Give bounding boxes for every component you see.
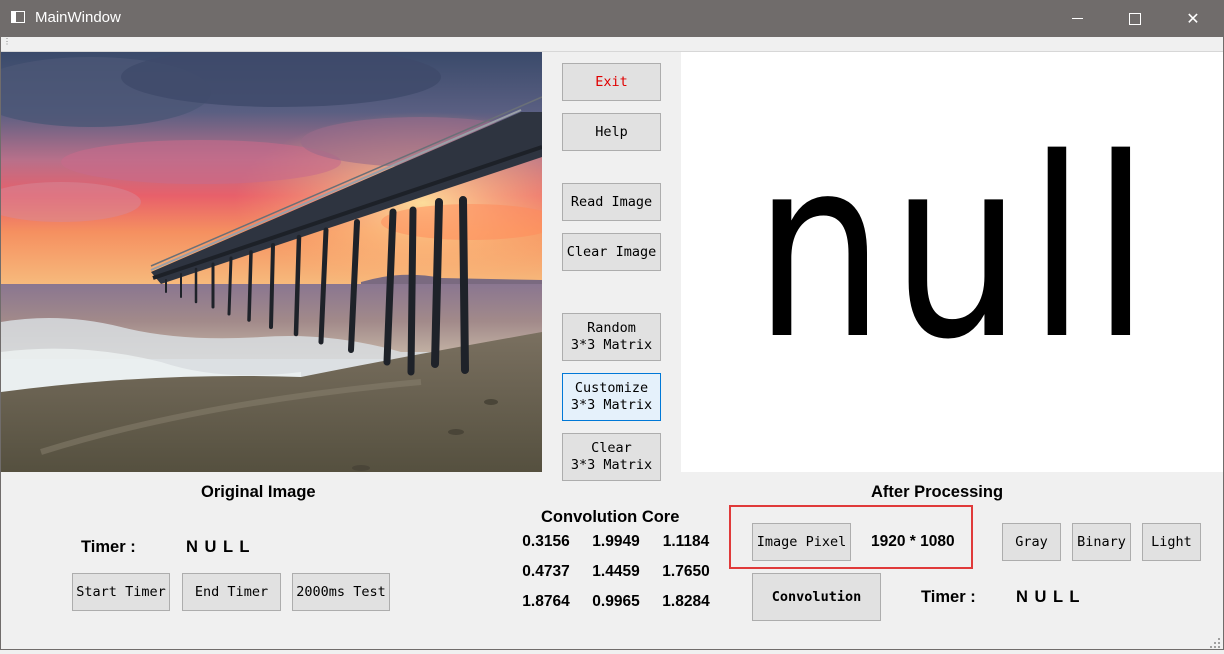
processed-image-text: null: [754, 106, 1156, 394]
button-label: 3*3 Matrix: [570, 397, 653, 413]
gray-button[interactable]: Gray: [1002, 523, 1061, 561]
matrix-cell: 0.4737: [522, 563, 570, 580]
matrix-cell: 1.8284: [662, 593, 710, 610]
close-icon: ✕: [1186, 10, 1200, 28]
maximize-button[interactable]: [1106, 0, 1164, 37]
random-matrix-button[interactable]: Random 3*3 Matrix: [562, 313, 661, 361]
button-label: Clear: [591, 440, 632, 456]
binary-button[interactable]: Binary: [1072, 523, 1131, 561]
help-button[interactable]: Help: [562, 113, 661, 151]
minimize-icon: [1071, 18, 1083, 19]
light-button[interactable]: Light: [1142, 523, 1201, 561]
window-icon: [11, 11, 25, 23]
close-button[interactable]: ✕: [1164, 0, 1222, 37]
resize-grip-icon[interactable]: [1210, 636, 1221, 648]
timer-label: Timer :: [921, 588, 976, 606]
matrix-cell: 0.9965: [592, 593, 640, 610]
clear-image-button[interactable]: Clear Image: [562, 233, 661, 271]
button-label: Random: [587, 320, 636, 336]
convolution-core-title: Convolution Core: [541, 508, 680, 526]
read-image-button[interactable]: Read Image: [562, 183, 661, 221]
button-label: 3*3 Matrix: [570, 337, 653, 353]
toolbar-grip-icon[interactable]: ⋮: [3, 38, 11, 46]
matrix-cell: 0.3156: [522, 533, 570, 550]
matrix-cell: 1.1184: [662, 533, 710, 550]
title-bar[interactable]: [0, 0, 1224, 37]
timer-label: Timer :: [81, 538, 136, 556]
clear-matrix-button[interactable]: Clear 3*3 Matrix: [562, 433, 661, 481]
minimize-button[interactable]: [1048, 0, 1106, 37]
button-label: 3*3 Matrix: [570, 457, 653, 473]
image-pixel-value: 1920 * 1080: [871, 533, 955, 550]
after-processing-caption: After Processing: [871, 483, 1004, 501]
matrix-cell: 1.7650: [662, 563, 710, 580]
matrix-cell: 1.8764: [522, 593, 570, 610]
window-title: MainWindow: [35, 9, 121, 26]
processed-image: null: [681, 52, 1223, 472]
test-2000ms-button[interactable]: 2000ms Test: [292, 573, 390, 611]
matrix-cell: 1.4459: [592, 563, 640, 580]
original-image-caption: Original Image: [201, 483, 316, 501]
timer-value: N U L L: [186, 538, 251, 556]
button-label: Customize: [574, 380, 649, 396]
end-timer-button[interactable]: End Timer: [182, 573, 281, 611]
timer-value: N U L L: [1016, 588, 1081, 606]
maximize-icon: [1129, 12, 1141, 25]
toolbar-strip: [0, 37, 1224, 52]
convolution-button[interactable]: Convolution: [752, 573, 881, 621]
exit-button[interactable]: Exit: [562, 63, 661, 101]
customize-matrix-button[interactable]: Customize 3*3 Matrix: [562, 373, 661, 421]
original-image: [1, 52, 542, 472]
start-timer-button[interactable]: Start Timer: [72, 573, 170, 611]
matrix-cell: 1.9949: [592, 533, 640, 550]
image-pixel-button[interactable]: Image Pixel: [752, 523, 851, 561]
